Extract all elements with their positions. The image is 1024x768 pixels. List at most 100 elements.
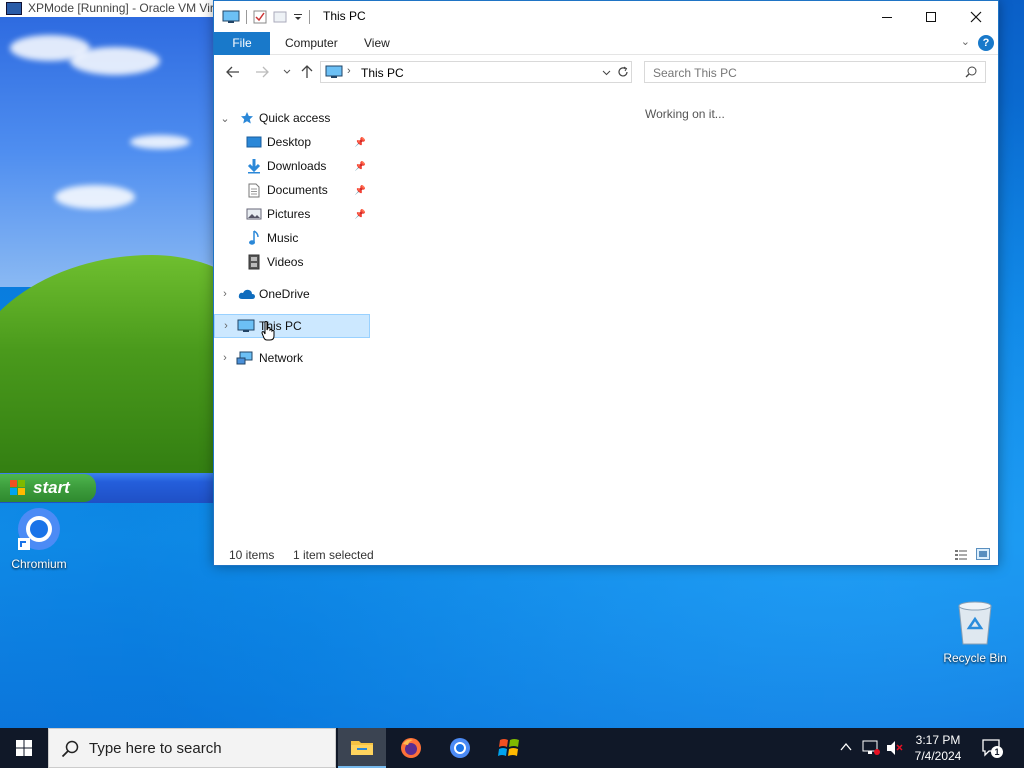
expand-ribbon-icon[interactable]: ⌄ [961, 35, 970, 48]
hand-cursor-icon [261, 321, 275, 341]
notification-count-badge: 1 [991, 746, 1003, 758]
expand-chevron-icon[interactable]: › [221, 320, 231, 332]
notification-center-button[interactable]: 1 [982, 738, 1003, 758]
start-button[interactable] [0, 728, 48, 768]
volume-muted-icon[interactable] [886, 740, 904, 756]
taskbar-chromium[interactable] [436, 728, 484, 768]
address-dropdown-icon[interactable] [602, 70, 611, 76]
window-title: This PC [323, 9, 366, 23]
address-bar[interactable]: › This PC [320, 61, 632, 83]
maximize-button[interactable] [908, 1, 954, 32]
tab-file[interactable]: File [214, 32, 270, 55]
expand-chevron-icon[interactable]: › [220, 352, 230, 364]
sidebar-item-label: Documents [267, 183, 328, 197]
sidebar-item-desktop[interactable]: Desktop 📌 [214, 130, 370, 154]
clock-date: 7/4/2024 [914, 749, 962, 763]
show-hidden-icons-chevron-icon[interactable] [840, 742, 852, 752]
clock[interactable]: 3:17 PM 7/4/2024 [906, 732, 970, 764]
sidebar-item-label: OneDrive [259, 287, 310, 301]
breadcrumb-separator-icon[interactable]: › [347, 65, 351, 77]
back-button[interactable] [223, 61, 243, 83]
file-explorer-icon [351, 741, 373, 755]
minimize-button[interactable] [864, 1, 910, 32]
tab-computer[interactable]: Computer [273, 32, 350, 55]
xp-wallpaper-sky [0, 17, 214, 287]
sidebar-item-label: Music [267, 231, 299, 245]
new-folder-icon[interactable] [273, 10, 287, 24]
sidebar-item-documents[interactable]: Documents 📌 [214, 178, 370, 202]
xp-wallpaper-hill [0, 255, 214, 495]
refresh-icon[interactable] [617, 66, 629, 78]
taskbar-xpmode[interactable] [485, 728, 533, 768]
desktop-icon-recycle-bin[interactable]: Recycle Bin [937, 600, 1013, 665]
sidebar-item-label: Pictures [267, 207, 311, 221]
music-note-icon [249, 230, 259, 245]
forward-button[interactable] [252, 61, 272, 83]
status-bar: 10 items 1 item selected [214, 545, 998, 565]
sidebar-item-pictures[interactable]: Pictures 📌 [214, 202, 370, 226]
up-arrow-icon [301, 65, 313, 78]
sidebar-item-onedrive[interactable]: › OneDrive [214, 282, 370, 306]
desktop-icon-label: Recycle Bin [943, 651, 1007, 665]
virtualbox-icon [6, 2, 22, 15]
chromium-icon [18, 508, 60, 550]
properties-icon[interactable] [253, 10, 267, 24]
chromium-icon [450, 738, 470, 758]
taskbar-firefox[interactable] [387, 728, 435, 768]
close-button[interactable] [953, 1, 999, 32]
windows-xp-flag-icon [10, 480, 26, 496]
desktop-icon-chromium[interactable]: Chromium [1, 506, 77, 571]
xp-start-button[interactable]: start [0, 474, 96, 502]
network-icon [236, 351, 253, 365]
search-box[interactable]: Search This PC [644, 61, 986, 83]
onedrive-cloud-icon [238, 289, 255, 299]
desktop-icon-label: Chromium [11, 557, 67, 571]
sidebar-item-this-pc[interactable]: › This PC [214, 314, 370, 341]
help-button[interactable]: ? [978, 35, 994, 51]
item-count: 10 items [229, 548, 275, 562]
title-bar[interactable]: This PC [214, 1, 998, 32]
sidebar-item-videos[interactable]: Videos [214, 250, 370, 274]
sidebar-item-music[interactable]: Music [214, 226, 370, 250]
file-explorer-window[interactable]: This PC File Computer View ⌄ ? › This PC… [213, 0, 999, 566]
tab-view[interactable]: View [352, 32, 402, 55]
sidebar-item-quick-access[interactable]: ⌄ Quick access [214, 106, 370, 130]
back-arrow-icon [226, 66, 239, 78]
sidebar-item-label: Desktop [267, 135, 312, 149]
pin-icon: 📌 [354, 184, 366, 195]
forward-arrow-icon [256, 66, 269, 78]
search-icon [61, 740, 79, 758]
expand-chevron-icon[interactable]: › [220, 288, 230, 300]
this-pc-icon [325, 65, 343, 78]
large-icons-view-icon[interactable] [976, 548, 990, 560]
firefox-icon [401, 738, 421, 758]
search-input[interactable]: Search This PC [653, 66, 737, 80]
sidebar-item-label: Quick access [259, 111, 331, 125]
maximize-icon [926, 11, 936, 22]
taskbar-file-explorer[interactable] [338, 728, 386, 768]
collapse-chevron-icon[interactable]: ⌄ [220, 112, 230, 125]
recent-locations-button[interactable] [277, 61, 297, 83]
pin-icon: 📌 [354, 208, 366, 219]
details-view-icon[interactable] [954, 549, 968, 561]
ribbon-tabs: File Computer View ⌄ ? [214, 32, 998, 55]
close-icon [970, 11, 982, 22]
document-icon [248, 183, 260, 197]
taskbar-search-box[interactable]: Type here to search [48, 728, 336, 768]
customize-toolbar-dropdown-icon[interactable] [293, 10, 303, 24]
xpmode-vm-window[interactable]: XPMode [Running] - Oracle VM VirtualBox … [0, 0, 214, 503]
download-arrow-icon [247, 159, 261, 174]
this-pc-icon [237, 319, 255, 332]
vm-title-text: XPMode [Running] - Oracle VM VirtualBox [28, 1, 214, 15]
sidebar-item-network[interactable]: › Network [214, 346, 370, 370]
film-strip-icon [248, 254, 260, 270]
network-status-icon[interactable] [862, 740, 880, 756]
desktop-folder-icon [246, 136, 262, 148]
navigation-bar: › This PC Search This PC [214, 59, 998, 87]
breadcrumb[interactable]: This PC [361, 66, 404, 80]
vm-title-bar[interactable]: XPMode [Running] - Oracle VM VirtualBox [0, 0, 214, 17]
taskbar-search-input[interactable]: Type here to search [89, 740, 222, 757]
sidebar-item-downloads[interactable]: Downloads 📌 [214, 154, 370, 178]
sidebar-item-label: Network [259, 351, 304, 365]
up-button[interactable] [297, 61, 317, 83]
